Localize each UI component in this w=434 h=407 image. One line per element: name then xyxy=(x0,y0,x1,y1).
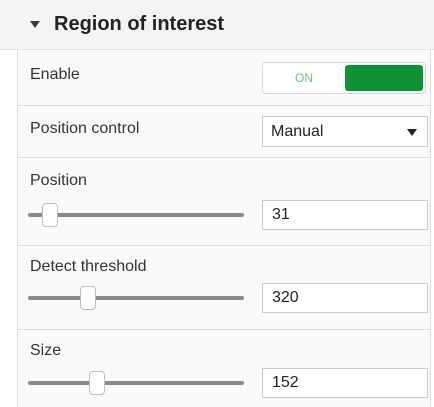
position-control-select[interactable]: Manual xyxy=(262,116,428,147)
enable-label: Enable xyxy=(30,66,80,83)
position-slider-handle[interactable] xyxy=(41,203,58,227)
enable-toggle[interactable]: ON xyxy=(262,62,426,94)
size-label: Size xyxy=(30,342,62,359)
detect-threshold-row: Detect threshold xyxy=(18,246,430,330)
detect-threshold-label: Detect threshold xyxy=(30,258,147,275)
collapse-caret-icon[interactable] xyxy=(30,21,40,28)
position-control-value: Manual xyxy=(271,123,324,140)
panel-title: Region of interest xyxy=(54,13,225,35)
position-row: Position xyxy=(18,158,430,246)
position-input[interactable] xyxy=(262,200,428,230)
detect-threshold-slider-track[interactable] xyxy=(28,296,244,300)
size-row: Size xyxy=(18,330,430,407)
position-slider-track[interactable] xyxy=(28,213,244,217)
position-control-label: Position control xyxy=(30,120,140,137)
size-slider-handle[interactable] xyxy=(89,371,106,395)
dropdown-arrow-icon xyxy=(407,129,417,136)
position-label: Position xyxy=(30,172,87,189)
size-input[interactable] xyxy=(262,368,428,398)
panel-header[interactable]: Region of interest xyxy=(0,0,434,50)
enable-row: Enable ON xyxy=(18,50,430,106)
toggle-knob[interactable] xyxy=(345,65,423,91)
detect-threshold-slider-handle[interactable] xyxy=(80,286,97,310)
position-control-row: Position control Manual xyxy=(18,106,430,158)
detect-threshold-input[interactable] xyxy=(262,283,428,313)
toggle-on-label: ON xyxy=(295,71,313,85)
size-slider-track[interactable] xyxy=(28,381,244,385)
panel-body: Enable ON Position control Manual Positi… xyxy=(17,50,431,407)
